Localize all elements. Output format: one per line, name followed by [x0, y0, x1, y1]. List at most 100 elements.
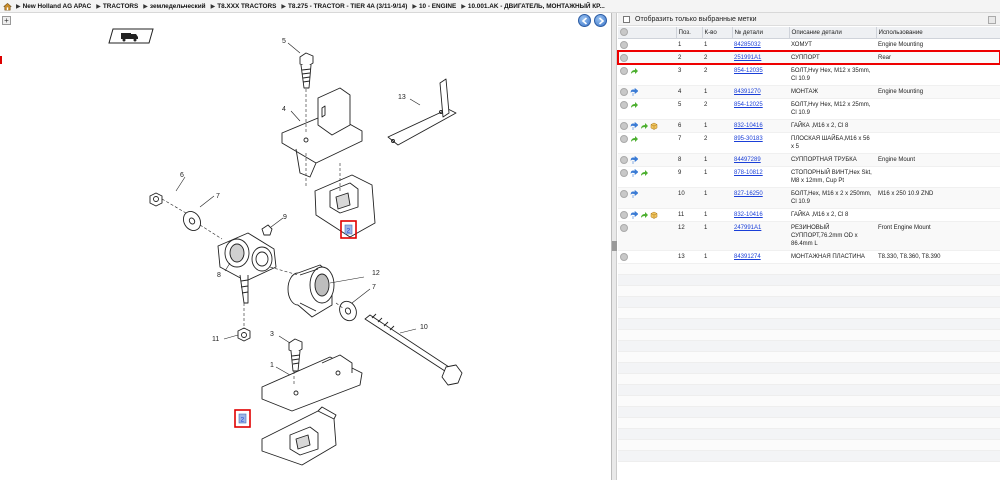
row-select-icon[interactable]	[620, 40, 628, 49]
row-select-icon[interactable]	[620, 168, 628, 177]
cell-part-number-link[interactable]: 251991A1	[732, 51, 789, 65]
part-6-nut	[149, 192, 163, 207]
green-arrow-icon[interactable]	[640, 211, 648, 219]
row-select-icon[interactable]	[620, 53, 628, 62]
green-arrow-icon[interactable]	[640, 169, 648, 177]
box-icon[interactable]	[650, 211, 658, 219]
header-quantity[interactable]: К-во	[702, 27, 733, 39]
row-select-icon[interactable]	[620, 155, 628, 164]
callout-7[interactable]: 7	[216, 193, 220, 200]
table-row[interactable]: 11 1 832-10416 ГАЙКА ,M16 x 2, Cl 8	[618, 208, 1000, 222]
cell-part-number-link[interactable]: 832-10416	[732, 119, 789, 133]
empty-table-row	[618, 439, 1000, 451]
callout-3[interactable]: 3	[270, 331, 274, 338]
table-row[interactable]: 13 1 84391274 МОНТАЖНАЯ ПЛАСТИНА T8.330, T8.…	[618, 250, 1000, 264]
table-row[interactable]: 1 1 84285032 ХОМУТ Engine Mounting	[618, 38, 1000, 52]
blue-arrow-icon[interactable]	[630, 189, 638, 198]
callout-4[interactable]: 4	[282, 106, 286, 113]
list-settings-icon[interactable]	[988, 16, 996, 24]
row-select-icon[interactable]	[620, 189, 628, 198]
row-select-icon[interactable]	[620, 100, 628, 109]
cell-part-number-link[interactable]: 854-12035	[732, 64, 789, 86]
table-row[interactable]: 2 2 251991A1 СУППОРТ Rear	[617, 50, 1000, 65]
green-arrow-icon[interactable]	[630, 67, 638, 75]
cell-part-number-link[interactable]: 247991A1	[732, 221, 789, 251]
table-row[interactable]: 9 1 878-10812 СТОПОРНЫЙ ВИНТ,Hex Skt, M8 x …	[618, 166, 1000, 188]
callout-9[interactable]: 9	[283, 214, 287, 221]
breadcrumb-item[interactable]: TRACTORS	[103, 3, 138, 10]
header-usage[interactable]: Использование	[876, 27, 1000, 39]
blue-arrow-icon[interactable]	[630, 155, 638, 164]
cell-part-number-link[interactable]: 827-16250	[732, 187, 789, 209]
header-toggle-icon[interactable]	[620, 28, 628, 37]
cell-part-number-link[interactable]: 895-30183	[732, 132, 789, 154]
highlight-callout-2-lower[interactable]: 2	[234, 409, 251, 428]
header-icons[interactable]	[618, 27, 677, 39]
exploded-parts-diagram: 5 4 13 6 7 9 8 12 7 11 3 10 1 2 2	[108, 28, 463, 466]
cell-usage	[876, 119, 1000, 133]
blue-arrow-icon[interactable]	[630, 210, 638, 219]
breadcrumb-item[interactable]: 10.001.AK - ДВИГАТЕЛЬ, МОНТАЖНЫЙ КР...	[468, 3, 605, 10]
breadcrumb-item[interactable]: T8.XXX TRACTORS	[217, 3, 276, 10]
callout-11[interactable]: 11	[212, 336, 219, 343]
callout-7-lower[interactable]: 7	[372, 284, 376, 291]
table-row[interactable]: 10 1 827-16250 БОЛТ,Hex, M16 x 2 x 250mm, C…	[618, 187, 1000, 209]
table-row[interactable]: 5 2 854-12025 БОЛТ,Hvy Hex, M12 x 25mm, Cl …	[618, 98, 1000, 120]
table-row[interactable]: 8 1 84497289 СУППОРТНАЯ ТРУБКА Engine Mount	[618, 153, 1000, 167]
cell-quantity: 1	[702, 221, 732, 251]
show-selected-only-checkbox[interactable]	[623, 15, 630, 23]
callout-10[interactable]: 10	[420, 324, 428, 331]
blue-arrow-icon[interactable]	[630, 121, 638, 130]
cell-part-number-link[interactable]: 854-12025	[732, 98, 789, 120]
blue-arrow-icon[interactable]	[630, 87, 638, 96]
box-icon[interactable]	[650, 122, 658, 130]
row-select-icon[interactable]	[620, 121, 628, 130]
table-row[interactable]: 6 1 832-10416 ГАЙКА ,M16 x 2, Cl 8	[618, 119, 1000, 133]
splitter-grip[interactable]	[612, 241, 617, 251]
cell-part-number-link[interactable]: 832-10416	[732, 208, 789, 222]
breadcrumb-item[interactable]: земледельческий	[150, 3, 206, 10]
cell-usage: Engine Mount	[876, 153, 1000, 167]
table-row[interactable]: 7 2 895-30183 ПЛОСКАЯ ШАЙБА,M16 x 56 x 5	[618, 132, 1000, 154]
leader-lines	[161, 42, 421, 385]
table-row[interactable]: 3 2 854-12035 БОЛТ,Hvy Hex, M12 x 35mm, Cl …	[618, 64, 1000, 86]
empty-table-row	[618, 263, 1000, 275]
callout-12[interactable]: 12	[372, 270, 380, 277]
empty-table-row	[618, 395, 1000, 407]
cell-usage	[876, 64, 1000, 86]
green-arrow-icon[interactable]	[630, 135, 638, 143]
row-select-icon[interactable]	[620, 134, 628, 143]
green-arrow-icon[interactable]	[630, 101, 638, 109]
cell-part-number-link[interactable]: 878-10812	[732, 166, 789, 188]
cell-part-number-link[interactable]: 84285032	[732, 38, 789, 52]
callout-6[interactable]: 6	[180, 172, 184, 179]
empty-table-row	[618, 428, 1000, 440]
breadcrumb-item[interactable]: T8.275 - TRACTOR - TIER 4A (3/11-9/14)	[288, 3, 407, 10]
row-select-icon[interactable]	[620, 223, 628, 232]
home-icon[interactable]	[3, 2, 12, 11]
breadcrumb-arrow-icon: ▶	[143, 3, 148, 10]
header-part-number[interactable]: № детали	[732, 27, 790, 39]
callout-8[interactable]: 8	[217, 272, 221, 279]
breadcrumb-item[interactable]: New Holland AG APAC	[23, 3, 92, 10]
callout-1[interactable]: 1	[270, 362, 274, 369]
breadcrumb-item[interactable]: 10 - ENGINE	[419, 3, 456, 10]
table-row[interactable]: 12 1 247991A1 РЕЗИНОВЫЙ СУППОРТ,76.2mm OD x…	[618, 221, 1000, 251]
panel-splitter[interactable]	[612, 13, 617, 480]
callout-5[interactable]: 5	[282, 38, 286, 45]
table-row[interactable]: 4 1 84391270 МОНТАЖ Engine Mounting	[618, 85, 1000, 99]
cell-part-number-link[interactable]: 84391270	[732, 85, 789, 99]
row-select-icon[interactable]	[620, 87, 628, 96]
cell-part-number-link[interactable]: 84391274	[732, 250, 789, 264]
cell-part-number-link[interactable]: 84497289	[732, 153, 789, 167]
blue-arrow-icon[interactable]	[630, 168, 638, 177]
callout-13[interactable]: 13	[398, 94, 406, 101]
row-select-icon[interactable]	[620, 252, 628, 261]
cell-description: БОЛТ,Hex, M16 x 2 x 250mm, Cl 10.9	[789, 187, 876, 209]
header-description[interactable]: Описание детали	[789, 27, 877, 39]
header-position[interactable]: Поз.	[676, 27, 703, 39]
row-select-icon[interactable]	[620, 210, 628, 219]
row-select-icon[interactable]	[620, 66, 628, 75]
green-arrow-icon[interactable]	[640, 122, 648, 130]
cell-quantity: 1	[702, 208, 732, 222]
